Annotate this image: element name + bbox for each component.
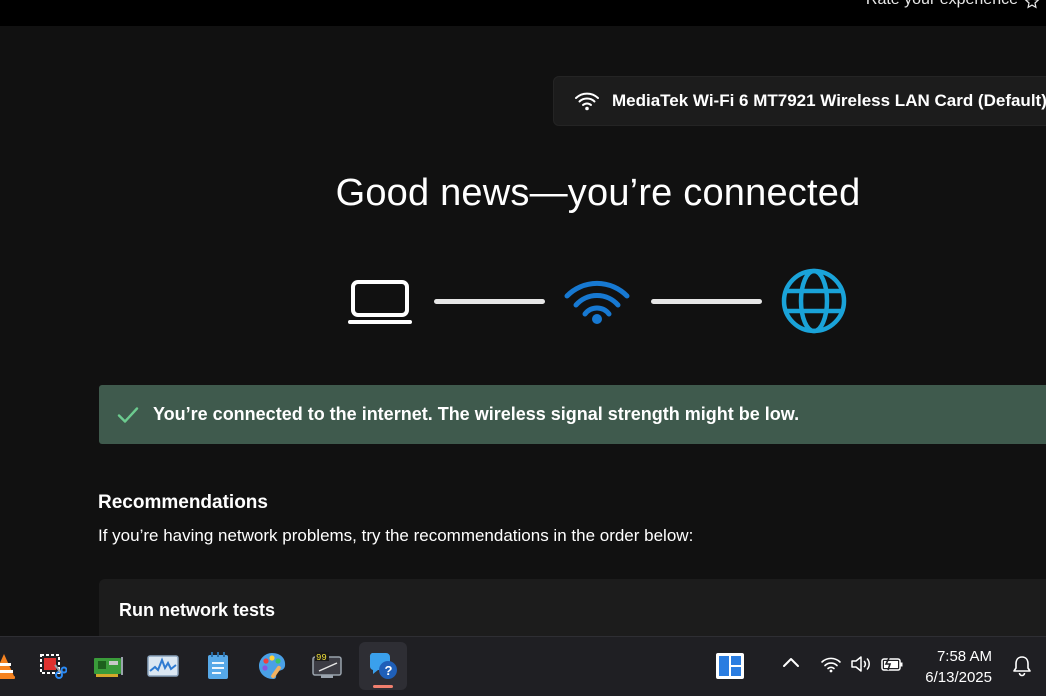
- vlc-icon: [0, 654, 15, 679]
- network-card-icon: [94, 657, 123, 677]
- recommendations-heading: Recommendations: [98, 492, 268, 513]
- taskbar-app-notepad[interactable]: [194, 642, 242, 690]
- page-title: Good news—you’re connected: [335, 172, 861, 214]
- taskbar-app-resource-monitor[interactable]: [139, 642, 187, 690]
- taskbar: 99 ? 7:58 AM 6/13/2025: [0, 636, 1046, 696]
- paint-icon: [259, 653, 286, 679]
- get-help-icon: ?: [369, 653, 397, 679]
- notifications-button[interactable]: [1012, 655, 1032, 682]
- svg-text:?: ?: [385, 663, 393, 678]
- wifi-icon: [821, 657, 841, 673]
- wifi-icon: [575, 92, 599, 111]
- tray-battery-button[interactable]: [880, 655, 904, 673]
- title-bar: Rate your experience: [0, 0, 1046, 26]
- svg-text:99: 99: [316, 653, 327, 663]
- active-app-indicator: [373, 685, 393, 688]
- volume-icon: [851, 656, 870, 672]
- resource-monitor-icon: [147, 655, 179, 677]
- checkmark-icon: [117, 406, 139, 423]
- tray-volume-button[interactable]: [850, 655, 872, 673]
- recommendations-subtitle: If you’re having network problems, try t…: [98, 526, 694, 545]
- laptop-icon: [348, 280, 412, 324]
- taskbar-app-paint[interactable]: [248, 642, 296, 690]
- adapter-name: MediaTek Wi-Fi 6 MT7921 Wireless LAN Car…: [612, 91, 1046, 110]
- notepad-icon: [208, 652, 228, 679]
- router-wifi-icon: [564, 280, 630, 324]
- get-help-window: Rate your experience MediaTek Wi-Fi 6 MT…: [0, 0, 1046, 696]
- bell-icon: [1013, 656, 1031, 677]
- connection-line-left: [434, 299, 545, 304]
- clock-time: 7:58 AM: [936, 648, 992, 665]
- globe-icon: [781, 268, 847, 334]
- taskbar-app-get-help[interactable]: ?: [359, 642, 407, 690]
- battery-icon: [881, 657, 903, 671]
- taskbar-app-vlc[interactable]: [0, 642, 28, 690]
- adapter-selector[interactable]: MediaTek Wi-Fi 6 MT7921 Wireless LAN Car…: [553, 76, 1046, 126]
- clock-date: 6/13/2025: [925, 669, 992, 686]
- status-message: You’re connected to the internet. The wi…: [153, 404, 800, 424]
- tray-network-button[interactable]: [820, 655, 842, 673]
- rate-experience-link[interactable]: Rate your experience: [866, 0, 1018, 9]
- connection-diagram: [340, 262, 860, 338]
- run-network-tests-label: Run network tests: [119, 600, 276, 620]
- snipping-tool-icon: [40, 654, 67, 679]
- snap-layout-button[interactable]: [714, 651, 746, 681]
- clock[interactable]: 7:58 AM 6/13/2025: [925, 646, 992, 688]
- connection-status-banner: You’re connected to the internet. The wi…: [99, 385, 1046, 444]
- taskbar-app-snipping-tool[interactable]: [28, 642, 76, 690]
- taskbar-app-calculator-monitor[interactable]: 99: [303, 642, 351, 690]
- chevron-up-icon: [783, 658, 799, 667]
- taskbar-app-network-card[interactable]: [84, 642, 132, 690]
- show-hidden-icons-button[interactable]: [782, 655, 800, 669]
- star-icon[interactable]: [1024, 0, 1040, 10]
- calculator-monitor-icon: 99: [312, 652, 342, 678]
- connection-line-right: [651, 299, 762, 304]
- snap-layout-icon: [716, 653, 744, 679]
